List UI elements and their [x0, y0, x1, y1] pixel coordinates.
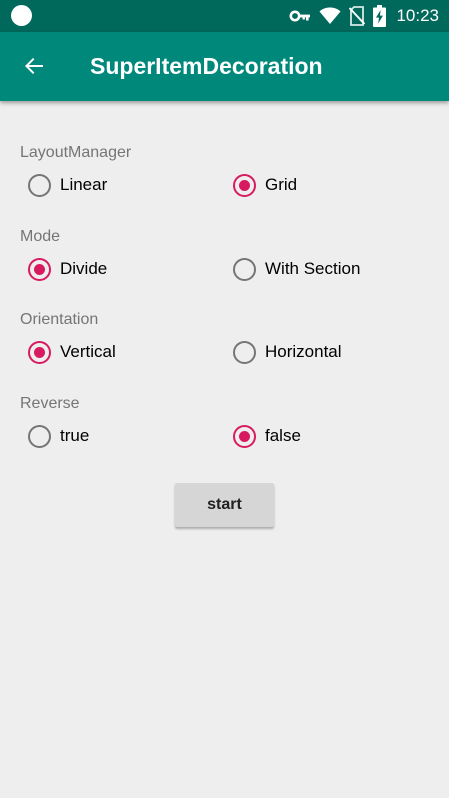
radio-label: Horizontal: [265, 342, 342, 361]
arrow-left-icon: [25, 58, 43, 74]
orientation-label: Orientation: [20, 311, 99, 328]
radio-label: Vertical: [60, 342, 116, 361]
notification-circle-icon: [11, 5, 32, 26]
radio-label: true: [60, 426, 90, 445]
status-bar: 10:23: [0, 0, 449, 32]
key-icon: [289, 9, 311, 23]
radio-button-checked-icon[interactable]: [28, 257, 51, 281]
start-button[interactable]: start: [175, 483, 274, 527]
page-title: SuperItemDecoration: [90, 53, 323, 79]
radio-vertical[interactable]: Vertical: [28, 337, 116, 367]
radio-reverse-true[interactable]: true: [28, 421, 89, 451]
layout-manager-label: LayoutManager: [20, 144, 132, 161]
reverse-label: Reverse: [20, 395, 80, 412]
radio-button-checked-icon[interactable]: [28, 340, 51, 364]
mode-label: Mode: [20, 228, 61, 245]
radio-with-section[interactable]: With Section: [233, 254, 360, 284]
radio-button-icon[interactable]: [28, 424, 51, 448]
radio-label: Divide: [60, 259, 108, 278]
radio-button-icon[interactable]: [28, 173, 51, 197]
battery-charging-icon: [373, 5, 387, 27]
no-sim-icon: [349, 6, 366, 26]
app-bar: SuperItemDecoration: [0, 32, 449, 101]
wifi-icon: [319, 7, 341, 25]
radio-label: Linear: [60, 175, 108, 194]
radio-button-checked-icon[interactable]: [233, 424, 256, 448]
status-time: 10:23: [396, 6, 439, 25]
radio-button-icon[interactable]: [233, 340, 256, 364]
radio-label: false: [265, 426, 301, 445]
radio-grid[interactable]: Grid: [233, 170, 297, 200]
back-button[interactable]: [14, 46, 54, 86]
radio-horizontal[interactable]: Horizontal: [233, 337, 342, 367]
radio-button-checked-icon[interactable]: [233, 173, 256, 197]
radio-divide[interactable]: Divide: [28, 254, 107, 284]
radio-label: Grid: [265, 175, 298, 194]
radio-label: With Section: [265, 259, 361, 278]
radio-linear[interactable]: Linear: [28, 170, 107, 200]
status-icons: 10:23: [289, 0, 439, 32]
radio-button-icon[interactable]: [233, 257, 256, 281]
radio-reverse-false[interactable]: false: [233, 421, 301, 451]
